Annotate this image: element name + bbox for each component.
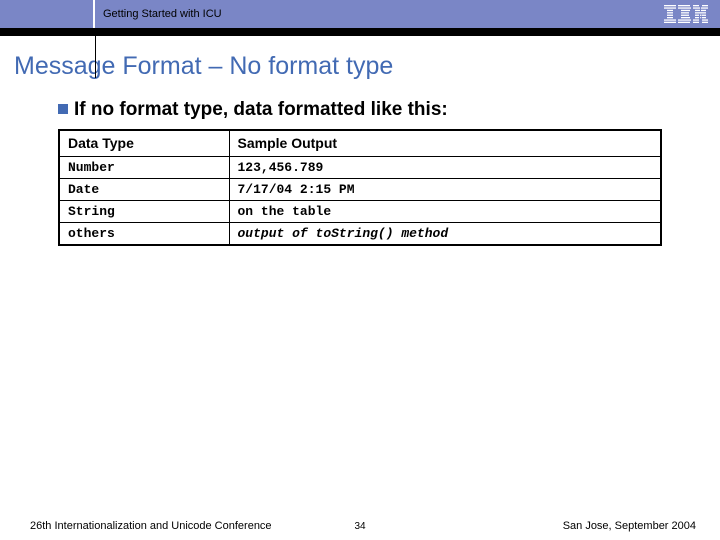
- cell-type: Number: [59, 156, 229, 178]
- header-title: Getting Started with ICU: [95, 8, 222, 20]
- table-header-row: Data Type Sample Output: [59, 130, 661, 156]
- footer-left: 26th Internationalization and Unicode Co…: [30, 520, 272, 532]
- dark-bar: [0, 28, 720, 36]
- cell-type: Date: [59, 178, 229, 200]
- cell-output: 7/17/04 2:15 PM: [229, 178, 661, 200]
- bullet-text: If no format type, data formatted like t…: [74, 99, 448, 121]
- slide-body: If no format type, data formatted like t…: [10, 99, 710, 246]
- ibm-logo-icon: [664, 5, 708, 23]
- cell-type: others: [59, 222, 229, 245]
- cell-output: on the table: [229, 200, 661, 222]
- header-left: Getting Started with ICU: [0, 0, 222, 28]
- table-row: others output of toString() method: [59, 222, 661, 245]
- footer-right: San Jose, September 2004: [563, 520, 696, 532]
- table-row: Date 7/17/04 2:15 PM: [59, 178, 661, 200]
- side-rule: [95, 36, 96, 78]
- content-area: Message Format – No format type If no fo…: [0, 36, 720, 246]
- cell-output: output of toString() method: [229, 222, 661, 245]
- bullet-line: If no format type, data formatted like t…: [58, 99, 662, 121]
- header-bar: Getting Started with ICU: [0, 0, 720, 28]
- table-row: String on the table: [59, 200, 661, 222]
- header-divider: [0, 0, 95, 28]
- data-table: Data Type Sample Output Number 123,456.7…: [58, 129, 662, 246]
- cell-output: 123,456.789: [229, 156, 661, 178]
- table-header-output: Sample Output: [229, 130, 661, 156]
- table-header-type: Data Type: [59, 130, 229, 156]
- cell-type: String: [59, 200, 229, 222]
- table-row: Number 123,456.789: [59, 156, 661, 178]
- bullet-icon: [58, 104, 68, 114]
- page-title: Message Format – No format type: [10, 36, 710, 99]
- footer: 26th Internationalization and Unicode Co…: [0, 520, 720, 532]
